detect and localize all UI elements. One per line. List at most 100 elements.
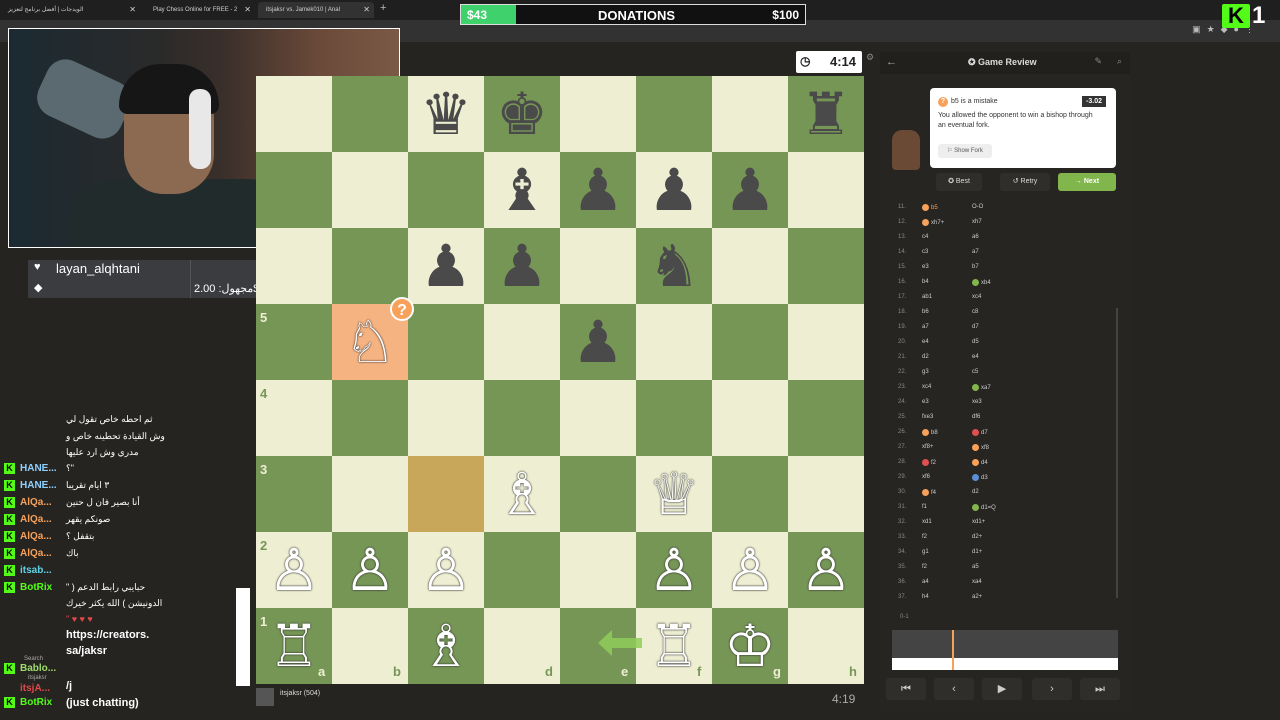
black-move[interactable]: d2+ — [972, 534, 982, 540]
white-move[interactable]: f4 — [922, 489, 936, 496]
move-row[interactable]: 30. f4 d2 — [894, 485, 1114, 500]
board-square[interactable] — [408, 380, 484, 456]
board-square[interactable] — [484, 380, 560, 456]
browser-tab[interactable]: Play Chess Online for FREE - 2 ✕ — [145, 2, 255, 18]
black-piece[interactable]: ♝ — [484, 152, 560, 228]
board-square[interactable] — [712, 76, 788, 152]
best-move-button[interactable]: ✪ Best — [936, 173, 982, 191]
black-move[interactable]: b7 — [972, 264, 979, 270]
board-square[interactable] — [560, 380, 636, 456]
chess-board[interactable]: ♛ ♚ ♜ ♝ ♟ ♟ ♟ ♟ ♟ ♞ ♘ ♟ ♗ ♕ ♙ ♙ ♙ ♙ ♙ ♙ ♖ ♗ ♖ ♔ — [256, 76, 864, 684]
white-move[interactable]: f2 — [922, 564, 927, 570]
white-piece[interactable]: ♕ — [636, 456, 712, 532]
move-list[interactable]: 11. b5 O-O 12. xh7+ xh7 13. c4 a6 14. c3 a7 15. e3 b7 1… — [894, 200, 1114, 620]
move-list-scrollbar[interactable] — [1116, 308, 1118, 598]
chat-username[interactable]: HANE... — [20, 463, 57, 474]
move-row[interactable]: 21. d2 e4 — [894, 350, 1114, 365]
white-move[interactable]: f2 — [922, 459, 936, 466]
black-move[interactable]: xb4 — [972, 279, 991, 286]
black-move[interactable]: xa7 — [972, 384, 991, 391]
white-move[interactable]: xf6 — [922, 474, 930, 480]
black-piece[interactable]: ♞ — [636, 228, 712, 304]
board-square[interactable] — [560, 532, 636, 608]
black-move[interactable]: a2+ — [972, 594, 982, 600]
close-tab-icon[interactable]: ✕ — [363, 2, 370, 18]
black-move[interactable]: xe3 — [972, 399, 982, 405]
move-row[interactable]: 23. xc4 xa7 — [894, 380, 1114, 395]
move-row[interactable]: 24. e3 xe3 — [894, 395, 1114, 410]
white-move[interactable]: ab1 — [922, 294, 932, 300]
white-move[interactable]: f1 — [922, 504, 927, 510]
back-arrow-icon[interactable]: ← — [886, 56, 897, 68]
board-square[interactable] — [256, 304, 332, 380]
black-move[interactable]: d4 — [972, 459, 988, 466]
pin-icon[interactable]: ✎ — [1094, 56, 1102, 67]
white-move[interactable]: a4 — [922, 579, 929, 585]
move-row[interactable]: 19. a7 d7 — [894, 320, 1114, 335]
board-square[interactable] — [332, 76, 408, 152]
black-move[interactable]: xf8 — [972, 444, 989, 451]
white-move[interactable]: f2 — [922, 534, 927, 540]
white-piece[interactable]: ♙ — [712, 532, 788, 608]
black-piece[interactable]: ♚ — [484, 76, 560, 152]
move-row[interactable]: 34. g1 d1+ — [894, 545, 1114, 560]
white-piece[interactable]: ♙ — [408, 532, 484, 608]
black-move[interactable]: c5 — [972, 369, 978, 375]
black-move[interactable]: e4 — [972, 354, 979, 360]
board-square[interactable] — [408, 152, 484, 228]
black-move[interactable]: d2 — [972, 489, 979, 495]
black-piece[interactable]: ♟ — [560, 152, 636, 228]
chat-username[interactable]: AlQa... — [20, 497, 52, 508]
chat-username[interactable]: itsjA... — [20, 683, 50, 694]
board-square[interactable] — [788, 228, 864, 304]
white-move[interactable]: xd1 — [922, 519, 932, 525]
new-tab-icon[interactable]: + — [380, 2, 386, 14]
board-square[interactable] — [256, 380, 332, 456]
board-square[interactable] — [636, 304, 712, 380]
board-square[interactable] — [712, 456, 788, 532]
board-square[interactable] — [484, 532, 560, 608]
gear-icon[interactable]: ⚙ — [866, 52, 874, 63]
board-square[interactable] — [332, 380, 408, 456]
board-square[interactable] — [256, 456, 332, 532]
chat-search-label[interactable]: Search — [24, 656, 43, 662]
move-row[interactable]: 29. xf6 d3 — [894, 470, 1114, 485]
white-move[interactable]: g1 — [922, 549, 929, 555]
black-move[interactable]: c8 — [972, 309, 978, 315]
move-row[interactable]: 17. ab1 xc4 — [894, 290, 1114, 305]
move-row[interactable]: 14. c3 a7 — [894, 245, 1114, 260]
board-square[interactable] — [560, 456, 636, 532]
board-square[interactable] — [712, 380, 788, 456]
chat-username[interactable]: itsab... — [20, 565, 52, 576]
black-move[interactable]: d5 — [972, 339, 979, 345]
search-icon[interactable]: ⌕ — [1117, 56, 1122, 67]
prev-move-button[interactable]: ‹ — [934, 678, 974, 700]
white-move[interactable]: fxe3 — [922, 414, 933, 420]
move-row[interactable]: 12. xh7+ xh7 — [894, 215, 1114, 230]
move-row[interactable]: 31. f1 d1=Q — [894, 500, 1114, 515]
retry-button[interactable]: ↺ Retry — [1000, 173, 1050, 191]
move-row[interactable]: 27. xf8+ xf8 — [894, 440, 1114, 455]
white-move[interactable]: b8 — [922, 429, 938, 436]
black-piece[interactable]: ♛ — [408, 76, 484, 152]
black-move[interactable]: a7 — [972, 249, 979, 255]
board-square[interactable] — [332, 228, 408, 304]
white-move[interactable]: b6 — [922, 309, 929, 315]
play-button[interactable]: ▶ — [982, 678, 1022, 700]
chat-username[interactable]: BotRix — [20, 582, 52, 593]
white-move[interactable]: xf8+ — [922, 444, 934, 450]
white-move[interactable]: b5 — [922, 204, 938, 211]
board-square[interactable] — [788, 304, 864, 380]
black-piece[interactable]: ♜ — [788, 76, 864, 152]
move-row[interactable]: 16. b4 xb4 — [894, 275, 1114, 290]
browser-tab[interactable]: الويدجات | أفضل برنامج لتعزيز ✕ — [0, 2, 140, 18]
move-row[interactable]: 33. f2 d2+ — [894, 530, 1114, 545]
chat-username[interactable]: AlQa... — [20, 514, 52, 525]
board-square[interactable] — [560, 228, 636, 304]
black-move[interactable]: d1+ — [972, 549, 982, 555]
board-square[interactable] — [256, 228, 332, 304]
black-move[interactable]: O-O — [972, 204, 983, 210]
black-move[interactable]: a5 — [972, 564, 979, 570]
black-piece[interactable]: ♟ — [560, 304, 636, 380]
move-row[interactable]: 32. xd1 xd1+ — [894, 515, 1114, 530]
